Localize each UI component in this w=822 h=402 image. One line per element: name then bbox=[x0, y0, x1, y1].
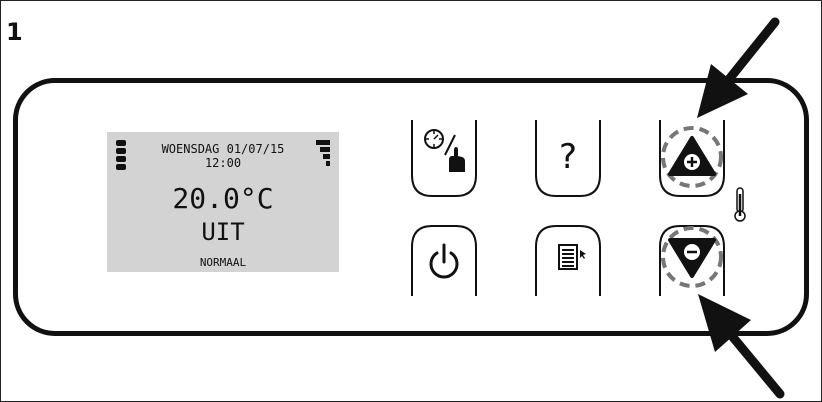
help-button[interactable]: ? bbox=[535, 120, 601, 197]
plus-triangle-icon bbox=[668, 136, 716, 176]
minus-triangle-icon bbox=[668, 238, 716, 278]
power-button[interactable] bbox=[411, 225, 477, 296]
question-mark-icon: ? bbox=[559, 137, 577, 177]
power-icon bbox=[429, 243, 459, 279]
figure: 1 WOENSDAG 01/07/15 12:00 20.0°C UIT NOR… bbox=[0, 0, 822, 402]
panel-graphics: ? bbox=[116, 17, 785, 399]
decrease-button[interactable] bbox=[659, 225, 725, 296]
callout-arrow-decrease bbox=[698, 294, 785, 399]
clock-hand-icon bbox=[424, 129, 465, 172]
battery-signal-icon bbox=[116, 140, 126, 170]
menu-list-icon bbox=[558, 244, 586, 270]
signal-strength-icon bbox=[316, 140, 330, 166]
increase-button[interactable] bbox=[659, 120, 725, 197]
schedule-button[interactable] bbox=[411, 120, 477, 197]
menu-button[interactable] bbox=[535, 225, 601, 296]
thermometer-icon bbox=[734, 187, 746, 222]
callout-arrow-increase bbox=[697, 17, 780, 118]
